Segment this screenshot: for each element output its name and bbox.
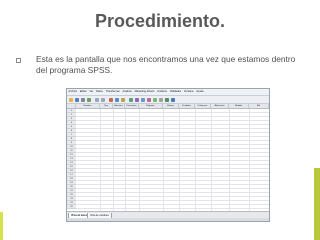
use-sets-icon[interactable]: [171, 97, 175, 102]
grid-row[interactable]: [76, 180, 269, 181]
menu-item-ayuda[interactable]: Ayuda: [195, 89, 205, 95]
spss-menubar: Archivo Editar Ver Datos Transformar Ana…: [67, 89, 269, 96]
open-folder-icon[interactable]: [69, 97, 73, 102]
grid-row[interactable]: [76, 136, 269, 137]
insert-variable-icon[interactable]: [141, 97, 145, 102]
column-header-alineacion[interactable]: Alineación: [211, 104, 229, 108]
status-bar: [67, 218, 269, 221]
grid-row[interactable]: [76, 124, 269, 125]
grid-row[interactable]: [76, 188, 269, 189]
grid-row[interactable]: [76, 128, 269, 129]
grid-row[interactable]: [76, 132, 269, 133]
grid-row[interactable]: [76, 208, 269, 209]
variables-icon[interactable]: [121, 97, 125, 102]
goto-case-icon[interactable]: [109, 97, 113, 102]
dialog-recall-icon[interactable]: [87, 97, 91, 102]
value-labels-icon[interactable]: [165, 97, 169, 102]
grid-row[interactable]: [76, 164, 269, 165]
corner-cell: [67, 104, 76, 108]
grid-row[interactable]: [76, 116, 269, 117]
accent-bar-left: [0, 212, 3, 240]
spss-window: Archivo Editar Ver Datos Transformar Ana…: [66, 88, 270, 222]
column-header-tipo[interactable]: Tipo: [100, 104, 113, 108]
grid-row[interactable]: [76, 192, 269, 193]
column-header-etiqueta[interactable]: Etiqueta: [139, 104, 163, 108]
bullet-text: Esta es la pantalla que nos encontramos …: [36, 54, 296, 75]
column-header-decimales[interactable]: Decimales: [125, 104, 139, 108]
row-number[interactable]: 25: [67, 205, 76, 209]
grid-row[interactable]: [76, 152, 269, 153]
bullet-marker-icon: [16, 58, 21, 63]
grid-row[interactable]: [76, 172, 269, 173]
grid-row[interactable]: [76, 120, 269, 121]
grid-row[interactable]: [76, 168, 269, 169]
redo-icon[interactable]: [101, 97, 105, 102]
menu-item-editar[interactable]: Editar: [78, 89, 88, 95]
grid-row[interactable]: [76, 184, 269, 185]
goto-variable-icon[interactable]: [115, 97, 119, 102]
view-tabs: Vista de datos Vista de variables: [67, 211, 269, 219]
grid-column-divider: [125, 109, 126, 211]
column-header-columnas[interactable]: Columnas: [195, 104, 211, 108]
column-header-medida[interactable]: Medida: [229, 104, 249, 108]
grid-column-divider: [195, 109, 196, 211]
insert-cases-icon[interactable]: [135, 97, 139, 102]
menu-item-graficos[interactable]: Gráficos: [156, 89, 168, 95]
grid-column-divider: [113, 109, 114, 211]
column-header-valores[interactable]: Valores: [163, 104, 179, 108]
grid-row[interactable]: [76, 156, 269, 157]
menu-item-datos[interactable]: Datos: [95, 89, 105, 95]
menu-item-utilidades[interactable]: Utilidades: [168, 89, 182, 95]
menu-item-archivo[interactable]: Archivo: [67, 89, 78, 95]
save-icon[interactable]: [75, 97, 79, 102]
grid-row[interactable]: [76, 112, 269, 113]
select-cases-icon[interactable]: [159, 97, 163, 102]
menu-item-marketing[interactable]: Marketing directo: [133, 89, 156, 95]
undo-icon[interactable]: [95, 97, 99, 102]
menu-item-transformar[interactable]: Transformar: [104, 89, 121, 95]
grid-column-divider: [229, 109, 230, 211]
accent-bar-right: [314, 168, 320, 240]
menu-item-ventana[interactable]: Ventana: [183, 89, 195, 95]
grid-row[interactable]: [76, 144, 269, 145]
grid-row[interactable]: [76, 160, 269, 161]
grid-column-divider: [249, 109, 250, 211]
slide-title: Procedimiento.: [94, 11, 226, 31]
grid-row[interactable]: [76, 196, 269, 197]
column-header-nombre[interactable]: Nombre: [76, 104, 100, 108]
grid-column-divider: [139, 109, 140, 211]
variable-grid[interactable]: 1 2 3 4 5 6 7 8 9 10 11 12 13 14 15 16 17 18 19 20 21 22 23 24 2…: [67, 109, 269, 211]
grid-row[interactable]: [76, 200, 269, 201]
print-icon[interactable]: [81, 97, 85, 102]
spss-toolbar: [67, 96, 269, 104]
grid-column-divider: [179, 109, 180, 211]
menu-item-analizar[interactable]: Analizar: [121, 89, 133, 95]
grid-column-divider: [211, 109, 212, 211]
column-header-perdidos[interactable]: Perdidos: [179, 104, 195, 108]
grid-row[interactable]: [76, 204, 269, 205]
grid-row[interactable]: [76, 176, 269, 177]
weight-cases-icon[interactable]: [153, 97, 157, 102]
column-header-anchura[interactable]: Anchura: [113, 104, 125, 108]
column-header-rol[interactable]: Rol: [249, 104, 269, 108]
menu-item-ver[interactable]: Ver: [88, 89, 95, 95]
grid-column-divider: [100, 109, 101, 211]
find-icon[interactable]: [129, 97, 133, 102]
grid-row[interactable]: [76, 140, 269, 141]
grid-column-divider: [163, 109, 164, 211]
grid-row[interactable]: [76, 148, 269, 149]
split-file-icon[interactable]: [147, 97, 151, 102]
